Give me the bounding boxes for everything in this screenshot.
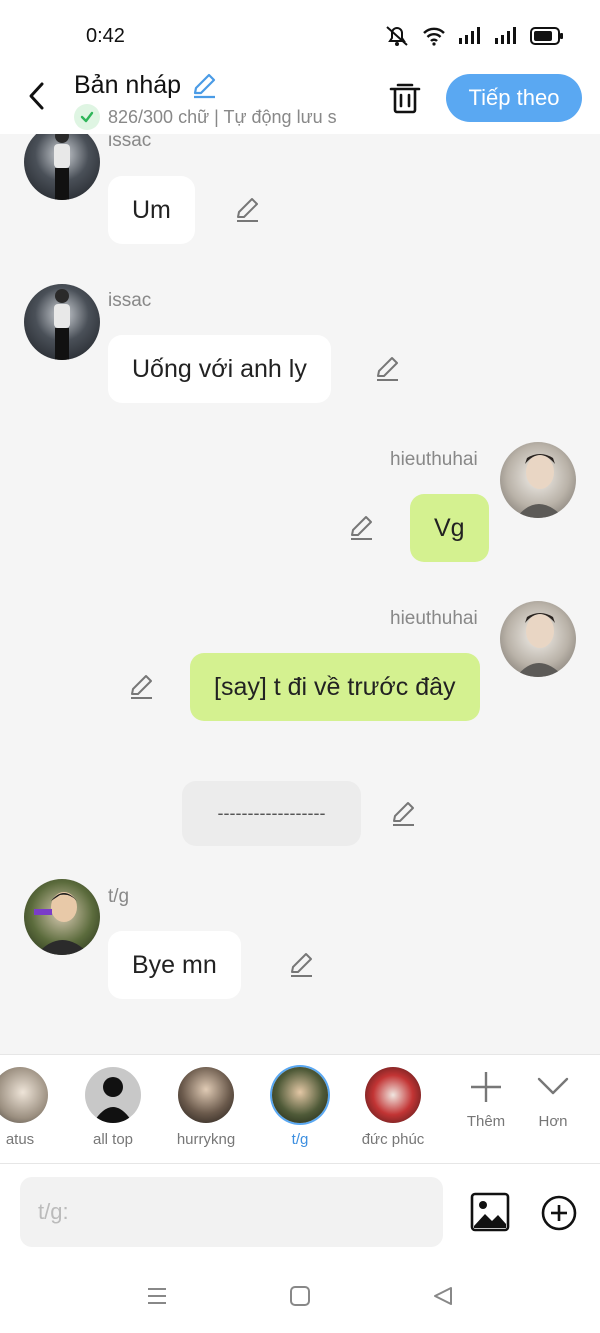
character-avatar (178, 1067, 234, 1123)
signal-icon-2 (495, 27, 516, 44)
character-label: t/g (291, 1131, 309, 1148)
trash-icon[interactable] (386, 78, 424, 116)
plus-icon (471, 1072, 501, 1102)
separator-bubble[interactable]: ------------------ (182, 781, 361, 846)
speaker-name: issac (108, 134, 152, 151)
pencil-icon[interactable] (287, 951, 315, 979)
more-label: Hơn (538, 1113, 568, 1130)
plus-circle-icon[interactable] (540, 1194, 578, 1232)
message-bubble[interactable]: Um (108, 176, 195, 244)
signal-icon (459, 27, 480, 44)
character-item[interactable]: atus (0, 1067, 68, 1148)
avatar[interactable] (500, 601, 576, 677)
character-avatar (85, 1067, 141, 1123)
pencil-icon[interactable] (233, 196, 261, 224)
character-label: atus (5, 1131, 35, 1148)
character-label: all top (92, 1131, 134, 1148)
chevron-down-icon (537, 1077, 569, 1095)
word-count-text: 826/300 chữ | Tự động lưu s (108, 106, 337, 127)
check-icon (74, 104, 100, 130)
page-title: Bản nháp (74, 71, 182, 99)
message-bubble[interactable]: Vg (410, 494, 489, 562)
speaker-name: hieuthuhai (390, 449, 478, 470)
pencil-icon[interactable] (389, 800, 417, 828)
back-icon[interactable] (20, 78, 56, 114)
avatar[interactable] (500, 442, 576, 518)
wifi-icon (423, 27, 445, 46)
battery-icon (530, 27, 563, 45)
avatar[interactable] (24, 284, 100, 360)
message-bubble[interactable]: Bye mn (108, 931, 241, 999)
save-status: 826/300 chữ | Tự động lưu s (74, 104, 362, 130)
speaker-name: issac (108, 290, 152, 311)
menu-icon[interactable] (145, 1284, 169, 1308)
pencil-icon[interactable] (373, 355, 401, 383)
chat-area[interactable]: issac Um issac Uống với anh ly hieuthuha… (0, 134, 600, 1054)
character-item[interactable]: hurrykng (158, 1067, 254, 1148)
character-avatar (365, 1067, 421, 1123)
status-time: 0:42 (86, 25, 125, 47)
add-label: Thêm (466, 1113, 506, 1130)
avatar[interactable] (24, 134, 100, 200)
character-item[interactable]: all top (65, 1067, 161, 1148)
home-square-icon[interactable] (288, 1284, 312, 1308)
status-bar: 0:42 (0, 0, 600, 70)
image-icon[interactable] (470, 1192, 510, 1232)
mute-bell-icon (386, 26, 408, 46)
message-bubble[interactable]: [say] t đi về trước đây (190, 653, 480, 721)
speaker-name: hieuthuhai (390, 608, 478, 629)
pencil-icon[interactable] (127, 673, 155, 701)
character-bar: atus all top hurrykng t/g đức phúc Thêm … (0, 1054, 600, 1164)
character-label: đức phúc (361, 1131, 425, 1148)
character-label: hurrykng (176, 1131, 236, 1148)
character-avatar (0, 1067, 48, 1123)
status-icons (384, 24, 564, 48)
message-bubble[interactable]: Uống với anh ly (108, 335, 331, 403)
character-item[interactable]: t/g (252, 1067, 348, 1148)
avatar[interactable] (24, 879, 100, 955)
character-item[interactable]: đức phúc (345, 1067, 441, 1148)
next-button[interactable]: Tiếp theo (446, 74, 582, 122)
add-character-button[interactable]: Thêm (451, 1069, 521, 1130)
speaker-name: t/g (108, 886, 130, 907)
pencil-icon[interactable] (190, 72, 218, 100)
more-button[interactable]: Hơn (518, 1069, 588, 1130)
pencil-icon[interactable] (347, 514, 375, 542)
system-nav-bar (0, 1264, 600, 1333)
character-avatar (272, 1067, 328, 1123)
back-triangle-icon[interactable] (431, 1284, 455, 1308)
message-input[interactable] (20, 1177, 443, 1247)
header: Bản nháp 826/300 chữ | Tự động lưu s Tiế… (0, 70, 600, 134)
input-area (0, 1164, 600, 1264)
